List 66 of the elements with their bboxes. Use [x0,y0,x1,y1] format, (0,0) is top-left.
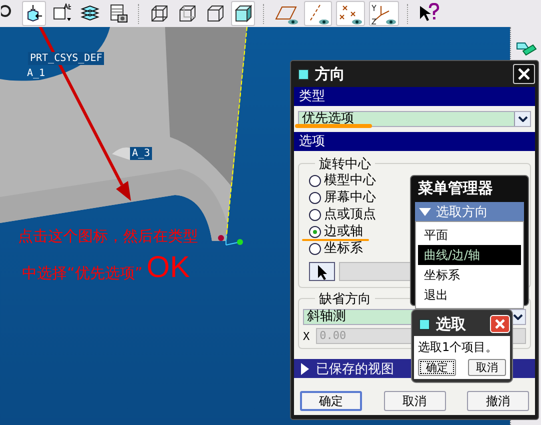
datum-label: PRT_CSYS_DEF [28,52,104,65]
radio-button[interactable] [309,174,321,186]
datum-label: A_1 [26,67,46,80]
annotation-text: 中选择“优先选项” [22,264,143,283]
dialog-button[interactable]: 确定 [300,391,362,411]
dropdown-arrow-button[interactable] [514,112,530,126]
datum-label: A_3 [130,147,152,160]
radio-button[interactable] [309,226,321,238]
wireframe-cube-icon [149,2,169,24]
annotation-text: 点击这个图标，然后在类型 [18,227,198,246]
dialog-button[interactable]: 取消 [384,391,446,411]
radio-label: 屏幕中心 [324,190,376,204]
popup-title: 选取 [436,314,467,334]
radio-option[interactable]: 模型中心 [303,172,376,189]
menu-item[interactable]: 平面 [418,225,521,245]
toolbar-button[interactable] [369,1,399,26]
shaded-cube-icon [233,2,253,24]
csys-eye-icon [371,2,397,24]
menu-item[interactable]: 坐标系 [418,265,521,285]
section-header: 选项 [294,132,535,151]
highlight-stroke [302,239,369,241]
menu-item[interactable]: 退出 [418,285,521,305]
radio-button[interactable] [309,242,321,254]
select-button[interactable] [309,262,335,281]
menu-title: 菜单管理器 [417,179,494,199]
radio-button[interactable] [309,192,321,204]
radio-option[interactable]: 点或顶点 [303,206,376,223]
popup-button[interactable]: 取消 [468,359,506,376]
radio-option[interactable]: 屏幕中心 [303,189,376,206]
toolbar-button[interactable] [22,1,46,26]
close-icon [517,67,531,81]
menu-header-label: 选取方向 [436,204,488,220]
dropdown-value: 优先选项 [301,112,354,126]
popup-message: 选取1个项目。 [418,339,499,356]
chevron-icon [512,314,522,320]
group-title: 旋转中心 [315,155,375,173]
pointer-icon [316,264,328,280]
group-title: 缺省方向 [315,290,375,308]
radio-button[interactable] [309,208,321,220]
dropdown-value: 斜轴测 [306,310,346,324]
dialog-title: 方向 [315,64,346,84]
hidden-line-cube-icon [177,2,197,24]
dialog-button[interactable]: 撤消 [467,391,529,411]
radio-option[interactable]: 坐标系 [303,240,363,257]
menu-header[interactable]: 选取方向 [415,202,524,221]
radio-label: 坐标系 [324,242,363,256]
toolbar-button[interactable] [231,1,255,26]
cube-icon [205,2,225,24]
section-header: 类型 [294,87,535,106]
close-button[interactable] [513,64,535,84]
radio-label: 边或轴 [324,224,363,238]
table-camera-icon [108,2,128,24]
close-icon [494,318,506,330]
radio-label: 模型中心 [324,174,376,188]
popup-button[interactable]: 确定 [418,359,456,376]
window-icon [419,318,430,330]
points-eye-icon [338,2,363,24]
section-title: 已保存的视图 [316,360,394,378]
type-dropdown[interactable]: 优先选项 [298,111,531,127]
chevron-icon [518,116,528,122]
menu-item[interactable]: 曲线/边/轴 [418,245,521,265]
ok-text: OK [146,253,190,283]
window-icon [298,68,309,80]
radio-option[interactable]: 边或轴 [303,223,363,240]
field-label: X [303,330,310,342]
radio-label: 点或顶点 [324,208,376,222]
